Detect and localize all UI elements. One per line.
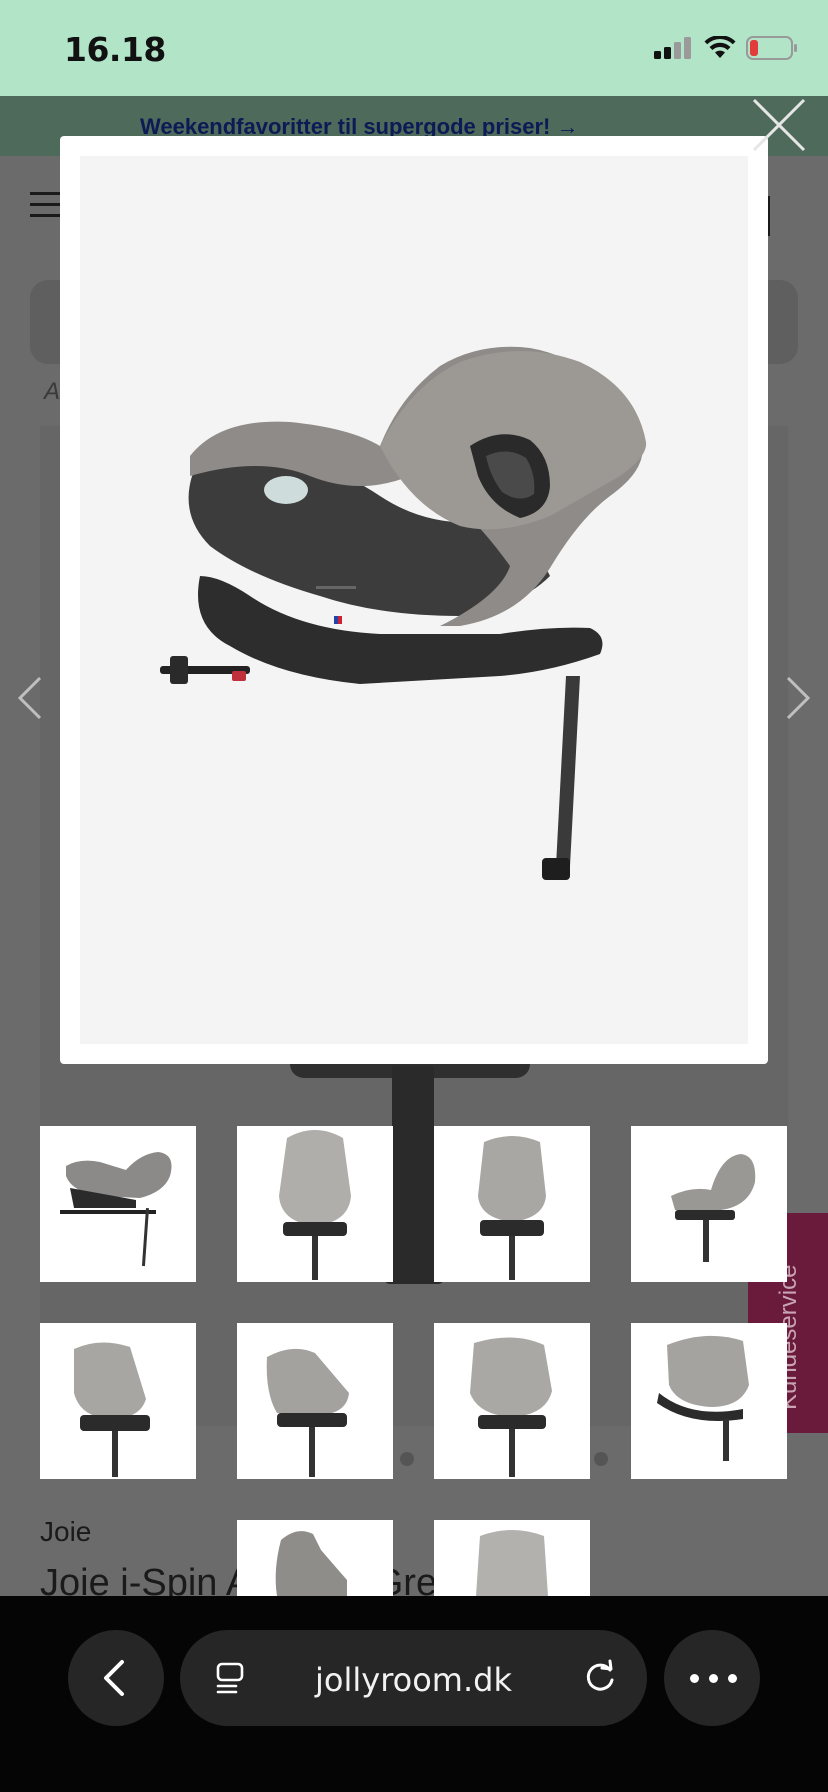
car-seat-side-image	[60, 1152, 172, 1267]
thumbnail-2[interactable]	[237, 1126, 393, 1282]
wifi-icon	[704, 36, 736, 58]
car-seat-angled-image	[74, 1342, 150, 1477]
thumbnail-3[interactable]	[434, 1126, 590, 1282]
product-brand[interactable]: Joie	[40, 1516, 91, 1548]
thumbnail-1[interactable]	[40, 1126, 196, 1282]
thumbnail-8[interactable]	[631, 1323, 787, 1479]
reload-icon[interactable]	[580, 1658, 620, 1698]
close-icon[interactable]	[750, 96, 808, 154]
battery-icon	[746, 36, 797, 60]
back-arrow-icon	[104, 1660, 124, 1696]
address-bar[interactable]: jollyroom.dk	[180, 1630, 647, 1726]
status-bar: 16.18	[0, 0, 828, 96]
car-seat-side-image	[275, 1531, 347, 1596]
image-lightbox	[60, 136, 768, 1064]
signal-icon	[654, 37, 691, 59]
thumbnail-7[interactable]	[434, 1323, 590, 1479]
car-seat-front-image	[478, 1136, 546, 1280]
thumbnail-6[interactable]	[237, 1323, 393, 1479]
thumbnail-9[interactable]	[237, 1520, 393, 1596]
status-time: 16.18	[64, 30, 166, 69]
car-seat-side-image	[266, 1348, 349, 1477]
thumbnail-5[interactable]	[40, 1323, 196, 1479]
breadcrumb[interactable]: A	[44, 378, 60, 406]
browser-toolbar: jollyroom.dk	[0, 1596, 828, 1792]
car-seat-angled-image	[470, 1337, 552, 1477]
chevron-left-icon[interactable]	[16, 676, 46, 720]
thumbnail-10[interactable]	[434, 1520, 590, 1596]
car-seat-side-image	[671, 1154, 756, 1262]
car-seat-side-view-image	[160, 346, 647, 880]
car-seat-front-image	[279, 1130, 351, 1280]
thumbnail-4[interactable]	[631, 1126, 787, 1282]
lightbox-image[interactable]	[80, 156, 748, 1044]
main-image-support-leg	[392, 1066, 434, 1276]
chevron-right-icon[interactable]	[782, 676, 812, 720]
back-button[interactable]	[68, 1630, 164, 1726]
url-text[interactable]: jollyroom.dk	[180, 1661, 647, 1699]
more-dots-icon	[690, 1674, 737, 1683]
status-icons	[654, 36, 798, 60]
more-button[interactable]	[664, 1630, 760, 1726]
car-seat-front-image	[476, 1530, 548, 1596]
hamburger-menu-icon[interactable]	[30, 192, 62, 218]
car-seat-angled-image	[657, 1335, 749, 1461]
